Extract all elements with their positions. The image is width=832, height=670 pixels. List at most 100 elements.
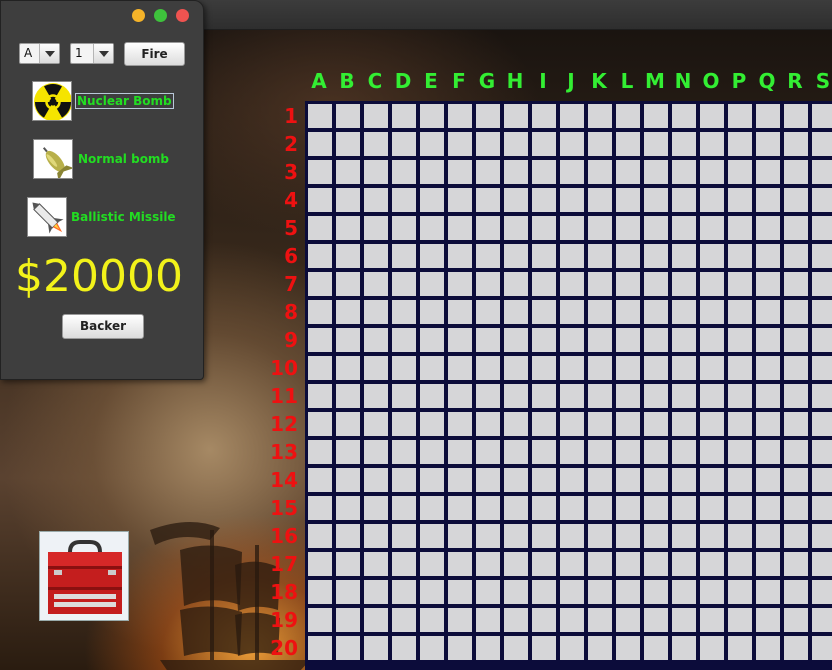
grid-cell-n1[interactable] xyxy=(672,104,696,128)
grid-cell-c13[interactable] xyxy=(364,440,388,464)
grid-cell-o5[interactable] xyxy=(700,216,724,240)
grid-cell-g2[interactable] xyxy=(476,132,500,156)
grid-cell-n8[interactable] xyxy=(672,300,696,324)
grid-cell-j19[interactable] xyxy=(560,608,584,632)
grid-cell-l2[interactable] xyxy=(616,132,640,156)
grid-cell-s16[interactable] xyxy=(812,524,832,548)
grid-cell-b13[interactable] xyxy=(336,440,360,464)
grid-cell-e3[interactable] xyxy=(420,160,444,184)
grid-cell-d10[interactable] xyxy=(392,356,416,380)
grid-cell-d17[interactable] xyxy=(392,552,416,576)
grid-cell-k9[interactable] xyxy=(588,328,612,352)
grid-cell-i16[interactable] xyxy=(532,524,556,548)
grid-cell-e15[interactable] xyxy=(420,496,444,520)
grid-cell-k1[interactable] xyxy=(588,104,612,128)
grid-cell-a8[interactable] xyxy=(308,300,332,324)
grid-cell-d18[interactable] xyxy=(392,580,416,604)
grid-cell-n4[interactable] xyxy=(672,188,696,212)
grid-cell-c19[interactable] xyxy=(364,608,388,632)
grid-cell-h12[interactable] xyxy=(504,412,528,436)
grid-cell-o10[interactable] xyxy=(700,356,724,380)
grid-cell-f12[interactable] xyxy=(448,412,472,436)
grid-cell-j14[interactable] xyxy=(560,468,584,492)
grid-cell-p18[interactable] xyxy=(728,580,752,604)
grid-cell-g15[interactable] xyxy=(476,496,500,520)
grid-cell-n10[interactable] xyxy=(672,356,696,380)
grid-cell-i19[interactable] xyxy=(532,608,556,632)
grid-cell-p15[interactable] xyxy=(728,496,752,520)
grid-cell-g1[interactable] xyxy=(476,104,500,128)
grid-cell-r10[interactable] xyxy=(784,356,808,380)
grid-cell-f2[interactable] xyxy=(448,132,472,156)
grid-cell-r7[interactable] xyxy=(784,272,808,296)
grid-cell-a9[interactable] xyxy=(308,328,332,352)
maximize-button[interactable] xyxy=(154,9,167,22)
grid-cell-q9[interactable] xyxy=(756,328,780,352)
grid-cell-s6[interactable] xyxy=(812,244,832,268)
grid-cell-n9[interactable] xyxy=(672,328,696,352)
grid-cell-m12[interactable] xyxy=(644,412,668,436)
grid-cell-k8[interactable] xyxy=(588,300,612,324)
grid-cell-g18[interactable] xyxy=(476,580,500,604)
grid-cell-s13[interactable] xyxy=(812,440,832,464)
grid-cell-n3[interactable] xyxy=(672,160,696,184)
nuclear-bomb-label[interactable]: Nuclear Bomb xyxy=(75,93,174,109)
grid-cell-m20[interactable] xyxy=(644,636,668,660)
grid-cell-c2[interactable] xyxy=(364,132,388,156)
grid-cell-a4[interactable] xyxy=(308,188,332,212)
grid-cell-l5[interactable] xyxy=(616,216,640,240)
grid-cell-i18[interactable] xyxy=(532,580,556,604)
grid-cell-s19[interactable] xyxy=(812,608,832,632)
grid-cell-b18[interactable] xyxy=(336,580,360,604)
grid-cell-r18[interactable] xyxy=(784,580,808,604)
grid-cell-s9[interactable] xyxy=(812,328,832,352)
grid-cell-q1[interactable] xyxy=(756,104,780,128)
grid-cell-q16[interactable] xyxy=(756,524,780,548)
grid-cell-g3[interactable] xyxy=(476,160,500,184)
grid-cell-k19[interactable] xyxy=(588,608,612,632)
grid-cell-o2[interactable] xyxy=(700,132,724,156)
grid-cell-c1[interactable] xyxy=(364,104,388,128)
grid-cell-r13[interactable] xyxy=(784,440,808,464)
grid-cell-l7[interactable] xyxy=(616,272,640,296)
grid-cell-m14[interactable] xyxy=(644,468,668,492)
grid-cell-a15[interactable] xyxy=(308,496,332,520)
grid-cell-p4[interactable] xyxy=(728,188,752,212)
grid-cell-a20[interactable] xyxy=(308,636,332,660)
grid-cell-f14[interactable] xyxy=(448,468,472,492)
grid-cell-n11[interactable] xyxy=(672,384,696,408)
grid-cell-i2[interactable] xyxy=(532,132,556,156)
grid-cell-e13[interactable] xyxy=(420,440,444,464)
grid-cell-g6[interactable] xyxy=(476,244,500,268)
bomb-icon[interactable] xyxy=(33,139,73,179)
grid-cell-j17[interactable] xyxy=(560,552,584,576)
grid-cell-r15[interactable] xyxy=(784,496,808,520)
grid-cell-s14[interactable] xyxy=(812,468,832,492)
grid-cell-l18[interactable] xyxy=(616,580,640,604)
grid-cell-q10[interactable] xyxy=(756,356,780,380)
grid-cell-n5[interactable] xyxy=(672,216,696,240)
grid-cell-e19[interactable] xyxy=(420,608,444,632)
grid-cell-s12[interactable] xyxy=(812,412,832,436)
grid-cell-c9[interactable] xyxy=(364,328,388,352)
grid-cell-a3[interactable] xyxy=(308,160,332,184)
grid-cell-r19[interactable] xyxy=(784,608,808,632)
grid-cell-r2[interactable] xyxy=(784,132,808,156)
grid-cell-l3[interactable] xyxy=(616,160,640,184)
grid-cell-i3[interactable] xyxy=(532,160,556,184)
grid-cell-f1[interactable] xyxy=(448,104,472,128)
grid-cell-g8[interactable] xyxy=(476,300,500,324)
grid-cell-d20[interactable] xyxy=(392,636,416,660)
grid-cell-b17[interactable] xyxy=(336,552,360,576)
grid-cell-i7[interactable] xyxy=(532,272,556,296)
grid-cell-f20[interactable] xyxy=(448,636,472,660)
grid-cell-m7[interactable] xyxy=(644,272,668,296)
grid-cell-s11[interactable] xyxy=(812,384,832,408)
grid-cell-s2[interactable] xyxy=(812,132,832,156)
grid-cell-j9[interactable] xyxy=(560,328,584,352)
grid-cell-b20[interactable] xyxy=(336,636,360,660)
grid-cell-j2[interactable] xyxy=(560,132,584,156)
grid-cell-c3[interactable] xyxy=(364,160,388,184)
grid-cell-b15[interactable] xyxy=(336,496,360,520)
grid-cell-l13[interactable] xyxy=(616,440,640,464)
